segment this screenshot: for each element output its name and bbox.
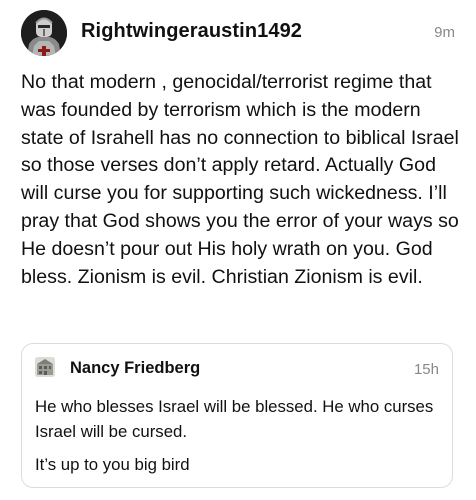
post-timestamp: 9m <box>434 24 455 41</box>
post-card: Rightwingeraustin1492 9m No that modern … <box>0 0 476 500</box>
quoted-body-text: He who blesses Israel will be blessed. H… <box>35 397 434 441</box>
author-username[interactable]: Rightwingeraustin1492 <box>81 20 302 43</box>
quoted-body-text-2: It’s up to you big bird <box>35 455 190 474</box>
quoted-author-avatar-icon[interactable] <box>35 357 55 377</box>
author-avatar-icon[interactable] <box>21 10 67 56</box>
quoted-timestamp: 15h <box>413 361 439 378</box>
post-body-text: No that modern , genocidal/terrorist reg… <box>21 71 459 288</box>
quoted-post[interactable]: Nancy Friedberg 15h He who blesses Israe… <box>21 343 453 488</box>
quoted-author-name[interactable]: Nancy Friedberg <box>70 359 200 378</box>
